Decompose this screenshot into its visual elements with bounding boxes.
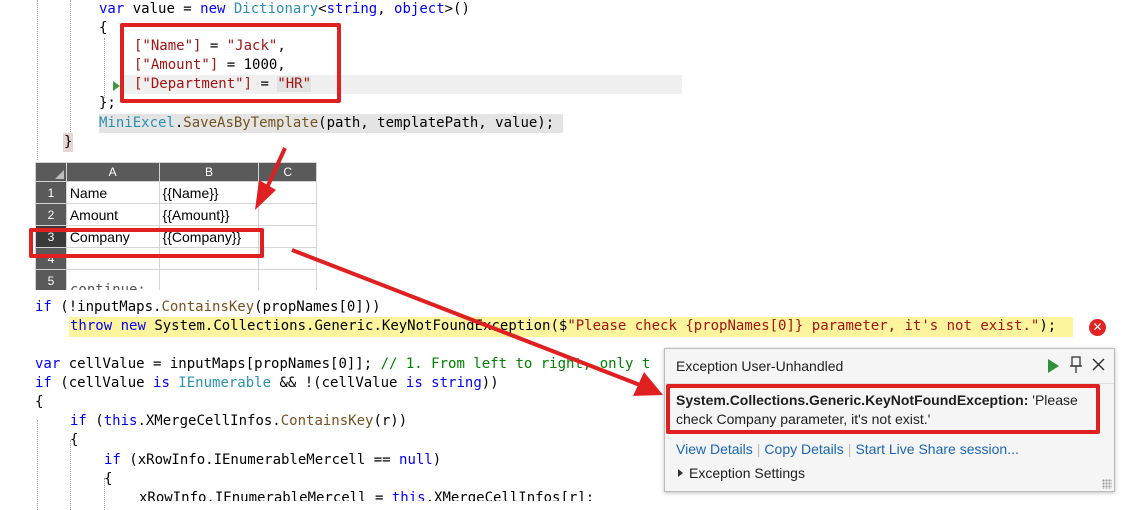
code-line: {	[99, 20, 108, 36]
code-line: if (xRowInfo.IEnumerableMercell == null)	[104, 452, 442, 468]
code-line: continue;	[70, 282, 146, 290]
code-line: {	[70, 432, 79, 448]
current-line-arrow-icon	[113, 81, 120, 91]
code-line: }	[63, 133, 74, 152]
code-line: };	[99, 95, 116, 111]
resize-grip-icon[interactable]	[1102, 479, 1112, 489]
exception-settings-toggle[interactable]: Exception Settings	[678, 465, 805, 481]
company-row-highlight-box	[29, 228, 264, 258]
dictionary-values-highlight-box	[120, 23, 341, 103]
cell[interactable]: Amount	[65, 203, 160, 226]
code-line: {	[35, 394, 44, 410]
row-header[interactable]: 1	[35, 181, 67, 204]
column-header[interactable]: C	[258, 162, 317, 182]
indent-guide	[37, 420, 38, 510]
popup-title: Exception User-Unhandled	[676, 358, 844, 374]
close-icon[interactable]	[1091, 357, 1106, 372]
exception-message-highlight-box	[666, 384, 1100, 434]
cell[interactable]	[258, 247, 317, 270]
code-line: if (this.XMergeCellInfos.ContainsKey(r))	[70, 413, 408, 429]
indent-guide	[37, 0, 38, 160]
cell[interactable]	[158, 269, 260, 290]
cell[interactable]: Name	[65, 181, 160, 204]
column-header[interactable]: A	[65, 162, 160, 182]
cell[interactable]	[258, 181, 317, 204]
cell[interactable]	[258, 203, 317, 226]
cell[interactable]: {{Amount}}	[158, 203, 260, 226]
sheet-grid: A B C 1 Name {{Name}} 2 Amount {{Amount}…	[35, 162, 317, 290]
spreadsheet-template: A B C 1 Name {{Name}} 2 Amount {{Amount}…	[35, 162, 317, 290]
cell[interactable]: {{Name}}	[158, 181, 260, 204]
play-icon[interactable]	[1048, 359, 1059, 373]
copy-details-link[interactable]: Copy Details	[764, 441, 843, 457]
chevron-right-icon	[678, 469, 683, 477]
table-row: 2 Amount {{Amount}}	[35, 203, 317, 226]
code-line: xRowInfo.IEnumerableMercell = this.XMerg…	[139, 490, 595, 501]
cell[interactable]	[258, 269, 317, 290]
error-icon[interactable]: ✕	[1089, 319, 1106, 336]
code-line: if (!inputMaps.ContainsKey(propNames[0])…	[35, 299, 381, 315]
row-header[interactable]: 5	[35, 269, 67, 290]
select-all-corner[interactable]	[35, 162, 67, 182]
indent-guide	[70, 440, 71, 510]
code-line: MiniExcel.SaveAsByTemplate(path, templat…	[99, 115, 555, 131]
row-header[interactable]: 2	[35, 203, 67, 226]
pin-icon[interactable]	[1069, 355, 1083, 375]
popup-links: View Details | Copy Details | Start Live Sha…	[676, 441, 1019, 457]
code-line: var cellValue = inputMaps[propNames[0]];…	[35, 356, 651, 372]
code-line: if (cellValue is IEnumerable && !(cellVa…	[35, 375, 499, 391]
code-line: var value = new Dictionary<string, objec…	[99, 1, 470, 17]
indent-guide	[70, 0, 71, 140]
live-share-link[interactable]: Start Live Share session...	[855, 441, 1018, 457]
cell[interactable]	[258, 225, 317, 248]
table-row: 1 Name {{Name}}	[35, 181, 317, 204]
code-line: throw new System.Collections.Generic.Key…	[70, 318, 1057, 334]
view-details-link[interactable]: View Details	[676, 441, 753, 457]
column-header[interactable]: B	[158, 162, 260, 182]
indent-guide	[104, 38, 105, 98]
arrow-head	[633, 372, 663, 396]
code-line: {	[104, 471, 113, 487]
